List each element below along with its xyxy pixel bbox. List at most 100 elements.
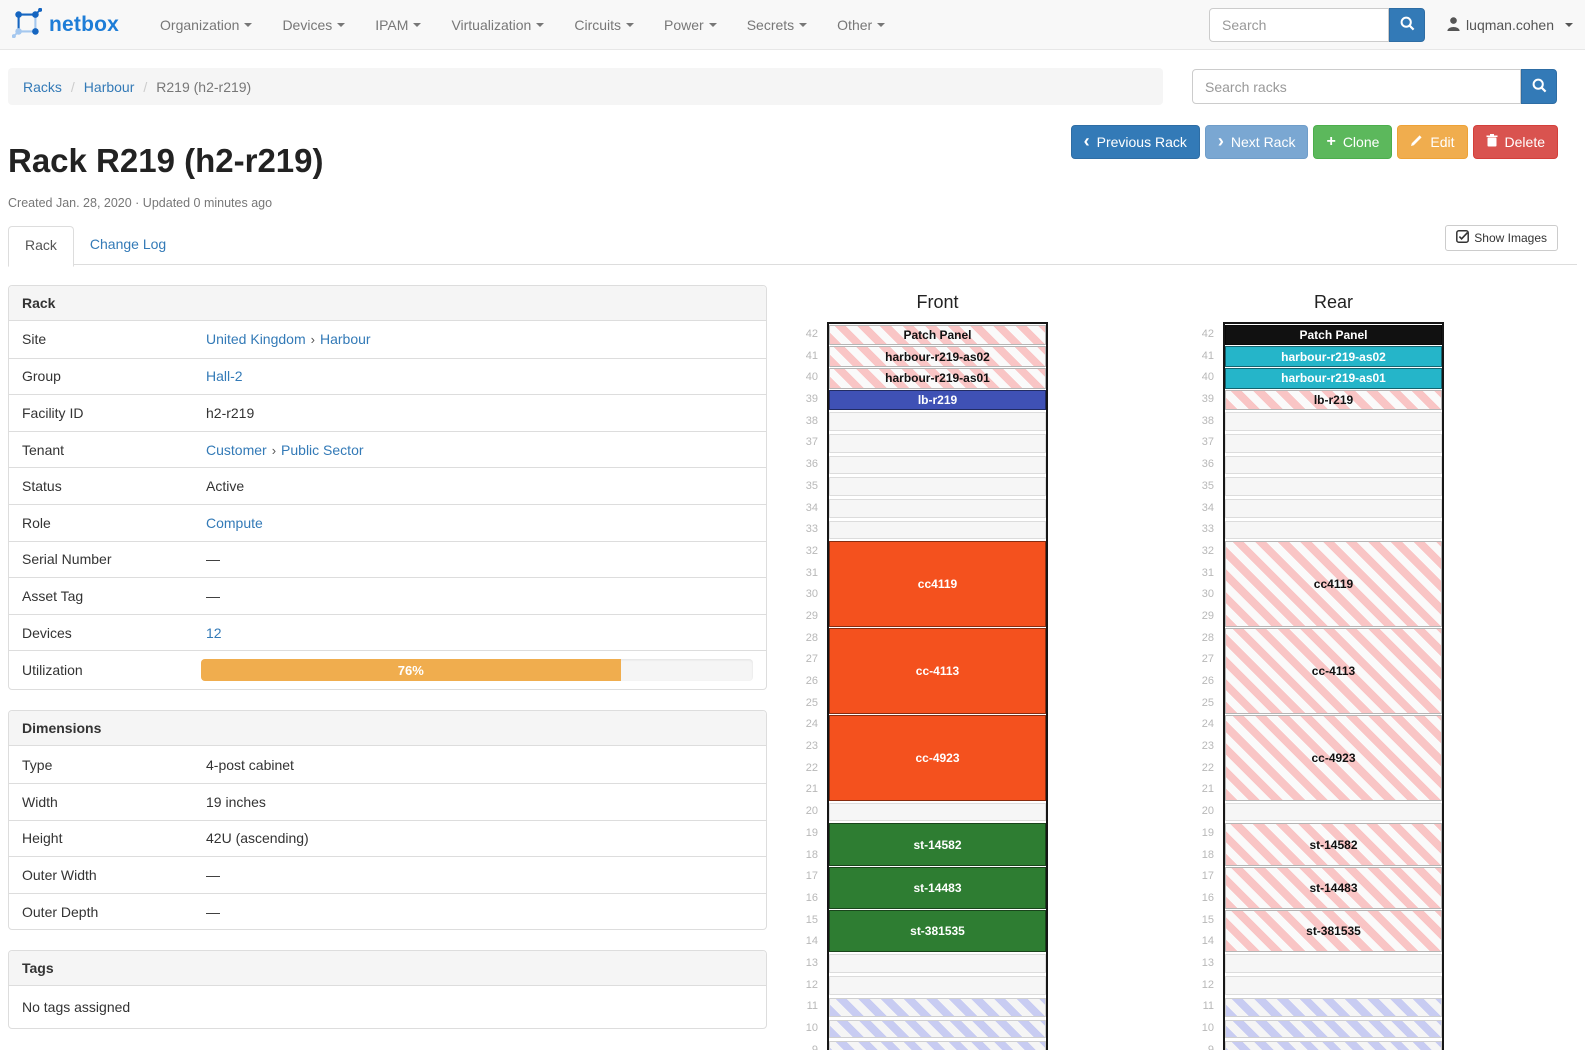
unit-number: 35: [1184, 476, 1214, 498]
menu-item-circuits[interactable]: Circuits: [559, 0, 649, 50]
search-icon: [1532, 78, 1547, 96]
breadcrumb-item[interactable]: Racks: [23, 79, 62, 95]
attribute-link[interactable]: Public Sector: [281, 442, 363, 458]
reserved-slot[interactable]: [1225, 1020, 1442, 1039]
device-slot[interactable]: st-14582: [829, 823, 1046, 865]
empty-slot[interactable]: [1225, 976, 1442, 995]
attribute-link[interactable]: Harbour: [320, 331, 371, 347]
rack-search-input[interactable]: [1192, 69, 1521, 104]
reserved-slot[interactable]: [1225, 998, 1442, 1017]
menu-item-secrets[interactable]: Secrets: [732, 0, 822, 50]
empty-slot[interactable]: [829, 521, 1046, 540]
edit-button[interactable]: Edit: [1397, 125, 1467, 159]
device-slot: cc-4113: [1225, 628, 1442, 714]
attribute-row: Height42U (ascending): [9, 820, 766, 857]
attribute-row: Utilization76%: [9, 650, 766, 689]
rack-detail-page: netbox OrganizationDevicesIPAMVirtualiza…: [0, 0, 1585, 1050]
empty-slot[interactable]: [1225, 954, 1442, 973]
attribute-label: Tenant: [9, 434, 206, 466]
empty-slot[interactable]: [829, 412, 1046, 431]
menu-item-organization[interactable]: Organization: [145, 0, 267, 50]
empty-slot[interactable]: [1225, 803, 1442, 822]
unit-number: 15: [788, 910, 818, 932]
empty-slot[interactable]: [829, 434, 1046, 453]
empty-slot[interactable]: [1225, 499, 1442, 518]
delete-button[interactable]: Delete: [1473, 125, 1558, 159]
unit-number: 17: [1184, 866, 1214, 888]
reserved-slot[interactable]: [829, 1020, 1046, 1039]
show-images-button[interactable]: Show Images: [1445, 225, 1558, 251]
user-menu[interactable]: luqman.cohen: [1447, 17, 1573, 34]
empty-slot[interactable]: [829, 477, 1046, 496]
device-slot[interactable]: lb-r219: [829, 390, 1046, 411]
attribute-link[interactable]: Compute: [206, 515, 263, 531]
unit-number: 37: [1184, 432, 1214, 454]
attribute-row: SiteUnited Kingdom›Harbour: [9, 321, 766, 358]
empty-slot[interactable]: [1225, 434, 1442, 453]
device-slot[interactable]: cc4119: [829, 541, 1046, 627]
attribute-link[interactable]: Customer: [206, 442, 267, 458]
action-buttons: ‹ Previous Rack › Next Rack + Clone Edit…: [1071, 125, 1558, 159]
menu-item-ipam[interactable]: IPAM: [360, 0, 436, 50]
menu-item-virtualization[interactable]: Virtualization: [436, 0, 559, 50]
rear-elevation-title: Rear: [1223, 292, 1444, 314]
global-search-input[interactable]: [1209, 8, 1389, 42]
unit-number: 25: [788, 693, 818, 715]
user-icon: [1447, 17, 1460, 34]
empty-slot[interactable]: [1225, 477, 1442, 496]
attribute-row: Asset Tag—: [9, 577, 766, 614]
attribute-label: Height: [9, 822, 206, 854]
rack-panel: Rack SiteUnited Kingdom›HarbourGroupHall…: [8, 285, 767, 690]
unit-number: 38: [788, 411, 818, 433]
unit-number: 29: [788, 606, 818, 628]
device-slot[interactable]: Patch Panel: [1225, 325, 1442, 346]
device-slot[interactable]: st-381535: [829, 910, 1046, 952]
reserved-slot[interactable]: [1225, 1041, 1442, 1050]
tab-rack[interactable]: Rack: [8, 226, 74, 267]
breadcrumb-item[interactable]: Harbour: [84, 79, 135, 95]
empty-slot[interactable]: [1225, 521, 1442, 540]
menu-item-devices[interactable]: Devices: [267, 0, 360, 50]
attribute-value: —: [206, 543, 766, 575]
previous-rack-button[interactable]: ‹ Previous Rack: [1071, 125, 1200, 159]
device-slot[interactable]: cc-4113: [829, 628, 1046, 714]
empty-slot[interactable]: [1225, 456, 1442, 475]
device-slot[interactable]: st-14483: [829, 867, 1046, 909]
next-rack-button[interactable]: › Next Rack: [1205, 125, 1309, 159]
empty-slot[interactable]: [829, 954, 1046, 973]
clone-button[interactable]: + Clone: [1313, 125, 1392, 159]
rear-unit-numbers: 4241403938373635343332313029282726252423…: [1184, 324, 1214, 1050]
page-title: Rack R219 (h2-r219): [8, 142, 324, 180]
search-icon: [1400, 16, 1415, 34]
device-slot[interactable]: harbour-r219-as01: [1225, 368, 1442, 389]
attribute-link[interactable]: United Kingdom: [206, 331, 306, 347]
empty-slot[interactable]: [829, 976, 1046, 995]
unit-number: 28: [1184, 628, 1214, 650]
unit-number: 37: [788, 432, 818, 454]
attribute-link[interactable]: 12: [206, 625, 222, 641]
reserved-slot[interactable]: [829, 998, 1046, 1017]
unit-number: 42: [788, 324, 818, 346]
menu-item-other[interactable]: Other: [822, 0, 900, 50]
plus-icon: +: [1326, 134, 1335, 150]
empty-slot[interactable]: [829, 456, 1046, 475]
unit-number: 41: [788, 346, 818, 368]
unit-number: 20: [1184, 801, 1214, 823]
rack-panel-title: Rack: [9, 286, 766, 321]
device-slot[interactable]: harbour-r219-as02: [1225, 346, 1442, 367]
empty-slot[interactable]: [829, 499, 1046, 518]
breadcrumb-separator: /: [62, 79, 84, 95]
empty-slot[interactable]: [1225, 412, 1442, 431]
reserved-slot[interactable]: [829, 1041, 1046, 1050]
unit-number: 31: [788, 563, 818, 585]
menu-item-power[interactable]: Power: [649, 0, 732, 50]
menu-item-label: Power: [664, 17, 704, 33]
device-slot[interactable]: cc-4923: [829, 715, 1046, 801]
rack-search-button[interactable]: [1521, 69, 1557, 104]
check-square-icon: [1456, 230, 1469, 246]
attribute-link[interactable]: Hall-2: [206, 368, 243, 384]
netbox-logo[interactable]: netbox: [0, 8, 129, 41]
empty-slot[interactable]: [829, 803, 1046, 822]
global-search-button[interactable]: [1389, 8, 1425, 42]
tab-change-log[interactable]: Change Log: [74, 226, 182, 262]
